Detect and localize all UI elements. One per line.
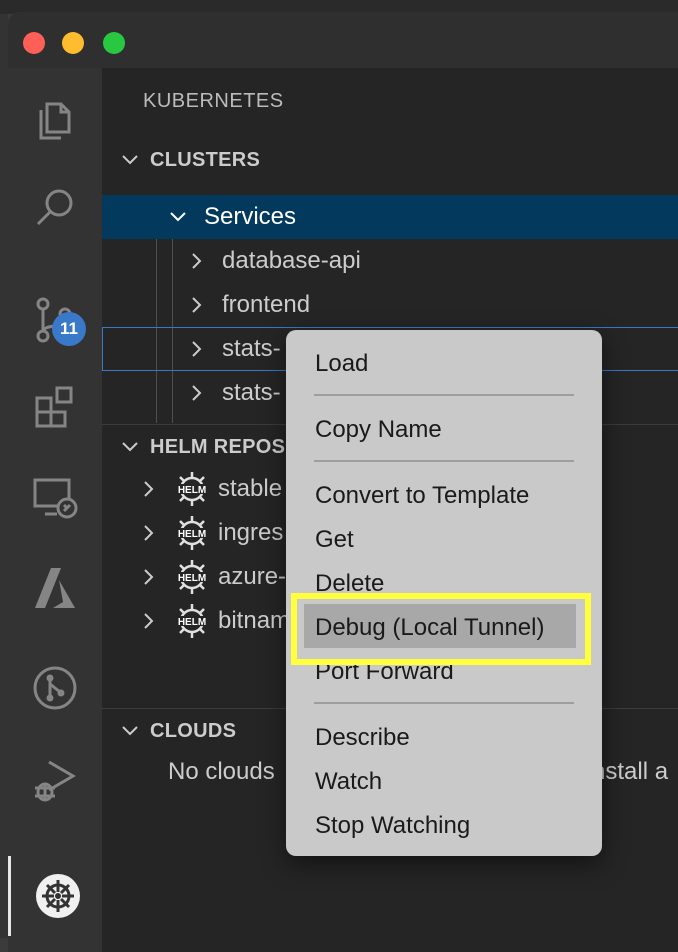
chevron-right-icon <box>192 385 202 401</box>
clusters-section-title: CLUSTERS <box>150 148 261 171</box>
menu-item-debug-local-tunnel[interactable]: Debug (Local Tunnel) <box>315 614 544 642</box>
helm-repo-label: ingres <box>218 519 284 546</box>
git-graph-icon <box>33 666 77 710</box>
menu-item-delete[interactable]: Delete <box>315 570 384 598</box>
svg-text:HELM: HELM <box>178 529 206 540</box>
tree-item-label: database-api <box>222 247 361 274</box>
menu-item-describe[interactable]: Describe <box>315 724 410 752</box>
chevron-down-icon <box>122 442 138 452</box>
clusters-section-header[interactable]: CLUSTERS <box>102 138 678 182</box>
helm-icon: HELM <box>176 516 208 550</box>
tree-item-service[interactable]: database-api <box>102 239 678 283</box>
chevron-right-icon <box>192 297 202 313</box>
chevron-down-icon <box>122 726 138 736</box>
svg-text:HELM: HELM <box>178 617 206 628</box>
title-bar <box>8 12 678 68</box>
tree-item-service[interactable]: frontend <box>102 283 678 327</box>
chevron-right-icon <box>144 613 154 629</box>
desktop-edge <box>0 14 8 938</box>
extensions-button[interactable] <box>8 368 102 448</box>
run-debug-icon <box>35 760 76 802</box>
remote-explorer-button[interactable] <box>8 458 102 538</box>
menu-item-watch[interactable]: Watch <box>315 768 382 796</box>
menu-item-port-forward[interactable]: Port Forward <box>315 658 454 686</box>
minimize-window-button[interactable] <box>62 32 84 54</box>
kubernetes-icon <box>36 874 80 918</box>
chevron-right-icon <box>192 341 202 357</box>
menu-separator <box>314 460 574 462</box>
tree-item-label: Services <box>204 203 297 230</box>
chevron-down-icon <box>170 212 186 222</box>
close-window-button[interactable] <box>23 32 45 54</box>
menu-separator <box>314 702 574 704</box>
kubernetes-button[interactable] <box>8 856 105 936</box>
menu-item-stop-watching[interactable]: Stop Watching <box>315 812 470 840</box>
zoom-window-button[interactable] <box>103 32 125 54</box>
chevron-right-icon <box>192 253 202 269</box>
azure-icon <box>35 568 75 608</box>
run-debug-button[interactable] <box>8 740 102 820</box>
azure-button[interactable] <box>8 548 102 628</box>
chevron-right-icon <box>144 569 154 585</box>
tree-item-label: frontend <box>222 291 311 318</box>
source-control-badge: 11 <box>52 312 86 346</box>
tree-item-label: stats- <box>222 335 281 362</box>
explorer-button[interactable] <box>8 80 102 160</box>
search-icon <box>36 189 73 226</box>
sidebar-title: KUBERNETES <box>143 90 284 112</box>
helm-icon: HELM <box>176 604 208 638</box>
menu-item-convert-to-template[interactable]: Convert to Template <box>315 482 529 510</box>
menu-separator <box>314 394 574 396</box>
clouds-section-title: CLOUDS <box>150 719 237 742</box>
menu-item-get[interactable]: Get <box>315 526 354 554</box>
tree-item-services[interactable]: Services <box>102 195 678 239</box>
menu-item-copy-name[interactable]: Copy Name <box>315 416 442 444</box>
helm-repo-label: bitnam <box>218 607 291 634</box>
source-control-button[interactable]: 11 <box>8 280 102 360</box>
tree-item-label: stats- <box>222 379 281 406</box>
chevron-down-icon <box>122 155 138 165</box>
remote-explorer-icon <box>33 478 78 519</box>
clouds-install-link[interactable]: nstall a <box>592 758 668 786</box>
helm-repo-label: stable <box>218 475 283 502</box>
activity-bar: 11 <box>8 68 102 952</box>
helm-icon: HELM <box>176 560 208 594</box>
helm-section-title: HELM REPOS <box>150 435 286 458</box>
svg-text:HELM: HELM <box>178 573 206 584</box>
menu-item-load[interactable]: Load <box>315 350 368 378</box>
helm-icon: HELM <box>176 472 208 506</box>
extensions-icon <box>35 386 73 428</box>
git-graph-button[interactable] <box>8 648 102 728</box>
search-button[interactable] <box>8 168 102 248</box>
chevron-right-icon <box>144 525 154 541</box>
svg-text:HELM: HELM <box>178 485 206 496</box>
chevron-right-icon <box>144 481 154 497</box>
files-icon <box>39 102 71 140</box>
helm-repo-label: azure- <box>218 563 287 590</box>
context-menu: Load Copy Name Convert to Template Get D… <box>286 330 602 856</box>
clouds-empty-message: No clouds <box>168 758 275 785</box>
